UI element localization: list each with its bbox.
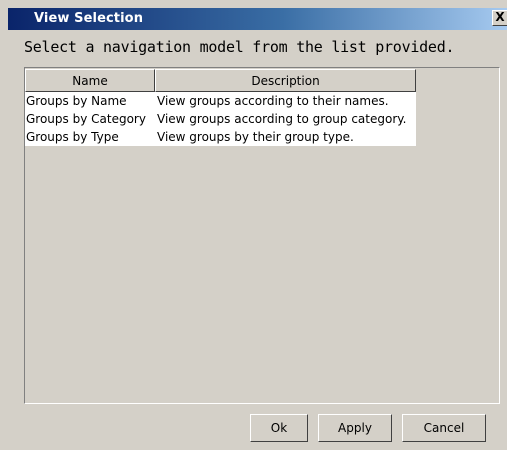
- close-button[interactable]: X: [492, 10, 507, 26]
- ok-button[interactable]: Ok: [250, 414, 308, 442]
- column-header-description[interactable]: Description: [155, 69, 416, 92]
- close-icon: X: [495, 10, 505, 24]
- table-header: Name Description: [25, 69, 416, 92]
- cancel-button[interactable]: Cancel: [402, 414, 486, 442]
- table-row[interactable]: Groups by Name View groups according to …: [25, 92, 416, 110]
- row-description-cell: View groups by their group type.: [157, 130, 354, 144]
- instruction-text: Select a navigation model from the list …: [24, 38, 455, 56]
- column-header-name[interactable]: Name: [25, 69, 155, 92]
- table-row[interactable]: Groups by Category View groups according…: [25, 110, 416, 128]
- row-description-cell: View groups according to their names.: [157, 94, 389, 108]
- apply-button[interactable]: Apply: [318, 414, 392, 442]
- table-body: Groups by Name View groups according to …: [25, 92, 416, 146]
- row-description-cell: View groups according to group category.: [157, 112, 407, 126]
- navigation-model-list[interactable]: Name Description Groups by Name View gro…: [24, 67, 500, 404]
- table-row[interactable]: Groups by Type View groups by their grou…: [25, 128, 416, 146]
- window-title: View Selection: [34, 11, 144, 26]
- view-selection-dialog: View Selection X Select a navigation mod…: [0, 0, 507, 450]
- row-name-cell: Groups by Category: [26, 112, 146, 126]
- title-bar[interactable]: View Selection X: [8, 8, 507, 30]
- row-name-cell: Groups by Name: [26, 94, 127, 108]
- row-name-cell: Groups by Type: [26, 130, 119, 144]
